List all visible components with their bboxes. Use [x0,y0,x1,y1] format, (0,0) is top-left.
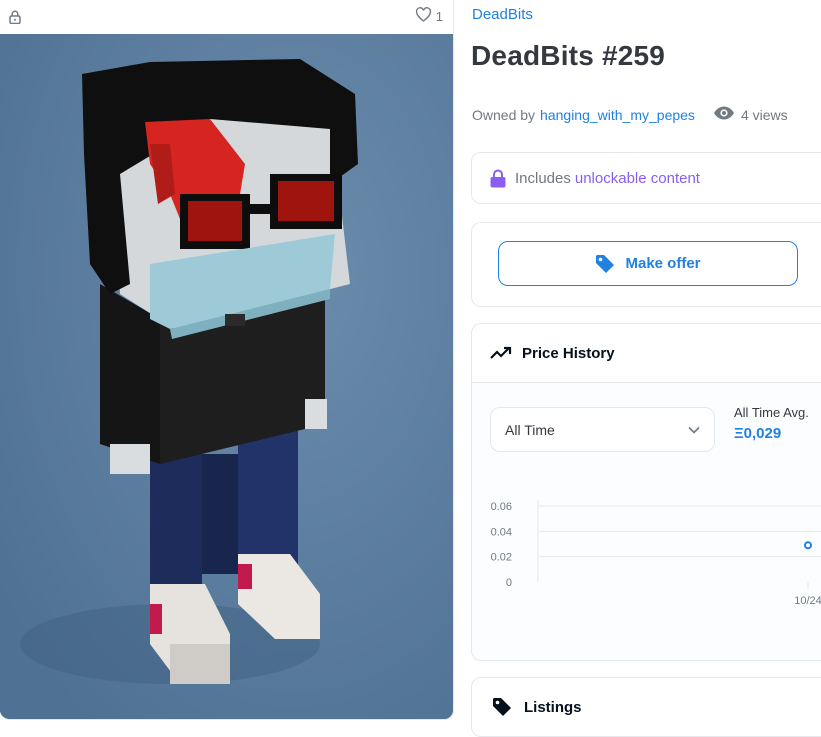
y-tick-label: 0 [506,577,512,589]
tag-icon [492,697,512,717]
x-tick-label: 10/24 [794,595,821,607]
views-counter: 4 views [713,106,788,123]
tag-icon [595,254,615,274]
price-history-header[interactable]: Price History [472,324,821,383]
lock-icon [8,10,22,24]
y-tick-label: 0.06 [491,501,512,513]
asset-image [0,34,453,719]
owner-link[interactable]: hanging_with_my_pepes [540,107,695,123]
unlockable-panel: Includes unlockable content [471,152,821,204]
listings-panel[interactable]: Listings [471,677,821,737]
price-history-panel: Price History All Time All Time Avg. Ξ0,… [471,323,821,661]
time-range-select[interactable]: All Time [490,407,715,452]
lock-icon [490,169,506,188]
unlockable-prefix: Includes [515,169,571,187]
make-offer-label: Make offer [625,255,701,272]
media-header: 1 [0,0,453,33]
views-label: 4 views [740,106,788,123]
favorite-count: 1 [435,9,443,24]
all-time-avg-value: Ξ0,029 [734,425,782,442]
favorite-button[interactable]: 1 [415,6,443,27]
collection-link[interactable]: DeadBits [472,6,533,23]
data-point[interactable] [804,541,812,550]
owner-line: Owned by hanging_with_my_pepes 4 views [472,106,788,123]
eye-icon [713,106,735,123]
asset-media-card: 1 [0,0,454,720]
offer-panel: Make offer [471,222,821,307]
make-offer-button[interactable]: Make offer [498,241,798,286]
listings-title: Listings [524,698,582,716]
y-tick-label: 0.02 [491,552,512,564]
time-range-value: All Time [505,421,555,438]
asset-title: DeadBits #259 [471,40,666,71]
owned-by-label: Owned by [472,106,536,123]
y-tick-label: 0.04 [491,526,512,538]
price-history-title: Price History [522,344,615,362]
chevron-down-icon [688,426,700,434]
unlockable-content-link[interactable]: unlockable content [575,170,700,187]
all-time-avg-label: All Time Avg. [734,405,809,420]
price-history-chart: 0.06 0.04 0.02 0 10/24 [491,500,821,607]
heart-icon [415,6,432,27]
trending-icon [490,346,512,360]
